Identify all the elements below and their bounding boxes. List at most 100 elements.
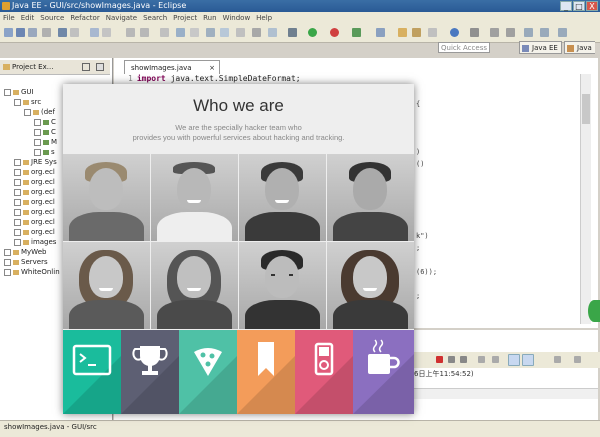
expand-toggle-icon[interactable] xyxy=(14,168,21,176)
expand-toggle-icon[interactable] xyxy=(4,88,11,96)
minimize-view-icon[interactable] xyxy=(82,63,90,71)
tree-item[interactable]: org.ecl xyxy=(14,168,55,177)
tree-item[interactable]: src xyxy=(14,98,41,107)
scroll-thumb[interactable] xyxy=(582,94,590,124)
expand-toggle-icon[interactable] xyxy=(14,158,21,166)
toolbar-icon[interactable] xyxy=(558,28,567,37)
expand-toggle-icon[interactable] xyxy=(14,188,21,196)
toolbar-icon[interactable] xyxy=(176,28,185,37)
tree-item[interactable]: org.ecl xyxy=(14,198,55,207)
menu-project[interactable]: Project xyxy=(170,12,200,24)
toolbar-icon[interactable] xyxy=(268,28,277,37)
tree-item[interactable]: org.ecl xyxy=(14,228,55,237)
expand-toggle-icon[interactable] xyxy=(34,148,41,156)
toolbar-icon[interactable] xyxy=(540,28,549,37)
run-icon[interactable] xyxy=(308,28,317,37)
expand-toggle-icon[interactable] xyxy=(14,198,21,206)
expand-toggle-icon[interactable] xyxy=(14,98,21,106)
remove-launch-icon[interactable] xyxy=(448,356,455,363)
gear-icon[interactable] xyxy=(288,28,297,37)
editor-tab-showimages[interactable]: showImages.java × xyxy=(124,60,220,74)
tile-pizza[interactable] xyxy=(179,330,237,414)
tree-item[interactable]: org.ecl xyxy=(14,218,55,227)
toolbar-icon[interactable] xyxy=(470,28,479,37)
toolbar-icon[interactable] xyxy=(428,28,437,37)
tree-item[interactable]: org.ecl xyxy=(14,178,55,187)
maximize-button[interactable]: □ xyxy=(573,1,585,11)
build-icon[interactable] xyxy=(58,28,67,37)
editor-scrollbar[interactable] xyxy=(580,74,591,324)
close-button[interactable]: X xyxy=(586,1,598,11)
toolbar-icon[interactable] xyxy=(206,28,215,37)
expand-toggle-icon[interactable] xyxy=(14,208,21,216)
code-line-1[interactable]: 1 import java.text.SimpleDateFormat; xyxy=(128,74,301,83)
tree-item[interactable]: JRE Sys xyxy=(14,158,57,167)
menu-edit[interactable]: Edit xyxy=(18,12,38,24)
toolbar-icon[interactable] xyxy=(102,28,111,37)
tree-item[interactable]: M xyxy=(34,138,57,147)
toolbar-icon[interactable] xyxy=(352,28,361,37)
expand-toggle-icon[interactable] xyxy=(14,228,21,236)
external-tools-icon[interactable] xyxy=(330,28,339,37)
view-menu-icon[interactable] xyxy=(574,356,581,363)
toolbar-icon[interactable] xyxy=(252,28,261,37)
toolbar-icon[interactable] xyxy=(140,28,149,37)
expand-toggle-icon[interactable] xyxy=(34,128,41,136)
tree-item[interactable]: C xyxy=(34,128,56,137)
tile-coffee[interactable] xyxy=(353,330,414,414)
tree-item[interactable]: s xyxy=(34,148,55,157)
save-icon[interactable] xyxy=(16,28,25,37)
globe-icon[interactable] xyxy=(450,28,459,37)
perspective-java[interactable]: Java xyxy=(564,41,595,54)
forward-icon[interactable] xyxy=(506,28,515,37)
perspective-java-ee[interactable]: Java EE xyxy=(519,41,562,54)
debug-step-icon[interactable] xyxy=(70,28,79,37)
tree-item[interactable]: WhiteOnlin xyxy=(4,268,60,277)
remove-all-icon[interactable] xyxy=(460,356,467,363)
toolbar-icon[interactable] xyxy=(524,28,533,37)
expand-toggle-icon[interactable] xyxy=(14,218,21,226)
expand-toggle-icon[interactable] xyxy=(24,108,31,116)
tree-item[interactable]: Servers xyxy=(4,258,48,267)
quick-access-input[interactable]: Quick Access xyxy=(438,42,490,53)
menu-refactor[interactable]: Refactor xyxy=(67,12,102,24)
back-icon[interactable] xyxy=(490,28,499,37)
tree-item[interactable]: (def xyxy=(24,108,55,117)
tree-item[interactable]: org.ecl xyxy=(14,208,55,217)
menu-window[interactable]: Window xyxy=(220,12,254,24)
new-icon[interactable] xyxy=(4,28,13,37)
save-all-icon[interactable] xyxy=(28,28,37,37)
toolbar-icon[interactable] xyxy=(220,28,229,37)
menu-help[interactable]: Help xyxy=(253,12,275,24)
project-explorer-tab[interactable]: Project Ex... xyxy=(2,61,53,73)
tree-item[interactable]: C xyxy=(34,118,56,127)
tile-terminal[interactable] xyxy=(63,330,121,414)
close-tab-icon[interactable]: × xyxy=(209,61,215,75)
tree-item[interactable]: images xyxy=(14,238,56,247)
clear-console-icon[interactable] xyxy=(478,356,485,363)
scroll-lock-icon[interactable] xyxy=(492,356,499,363)
tile-trophy[interactable] xyxy=(121,330,179,414)
minimize-button[interactable]: _ xyxy=(560,1,572,11)
expand-toggle-icon[interactable] xyxy=(34,118,41,126)
expand-toggle-icon[interactable] xyxy=(14,238,21,246)
menu-source[interactable]: Source xyxy=(37,12,67,24)
expand-toggle-icon[interactable] xyxy=(34,138,41,146)
menu-run[interactable]: Run xyxy=(200,12,219,24)
print-icon[interactable] xyxy=(42,28,51,37)
expand-toggle-icon[interactable] xyxy=(4,248,11,256)
toolbar-icon[interactable] xyxy=(160,28,169,37)
expand-toggle-icon[interactable] xyxy=(4,268,11,276)
open-folder-icon[interactable] xyxy=(398,28,407,37)
toolbar-icon[interactable] xyxy=(236,28,245,37)
menu-navigate[interactable]: Navigate xyxy=(103,12,140,24)
terminate-icon[interactable] xyxy=(436,356,443,363)
floating-widget-icon[interactable] xyxy=(588,300,600,322)
open-type-icon[interactable] xyxy=(90,28,99,37)
toolbar-icon[interactable] xyxy=(412,28,421,37)
tree-item[interactable]: MyWeb xyxy=(4,248,46,257)
menu-file[interactable]: File xyxy=(0,12,18,24)
tree-item[interactable]: GUI xyxy=(4,88,34,97)
display-console-icon[interactable] xyxy=(522,354,534,366)
expand-toggle-icon[interactable] xyxy=(4,258,11,266)
